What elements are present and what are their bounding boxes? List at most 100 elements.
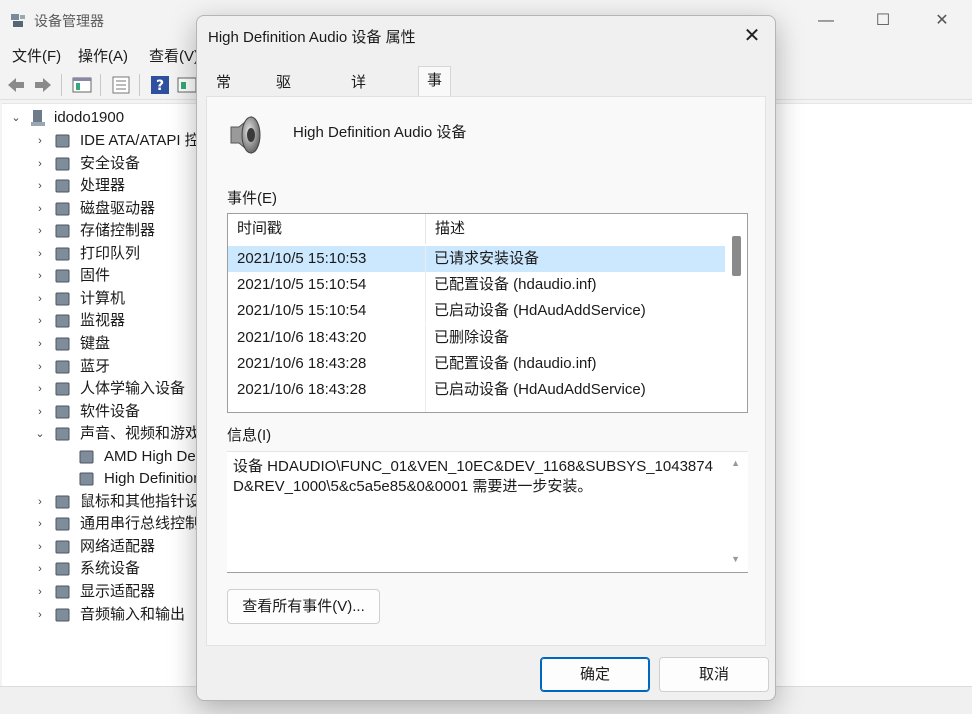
expand-arrow-icon[interactable]: ›: [34, 558, 46, 580]
expand-arrow-icon[interactable]: ›: [34, 513, 46, 535]
network-adapter-icon: [55, 540, 70, 554]
view-all-events-button[interactable]: 查看所有事件(V)...: [227, 589, 380, 624]
tab-driver[interactable]: 驱动程序: [268, 70, 299, 169]
list-item-partial: [228, 402, 725, 412]
tree-category-item[interactable]: › 音频输入和输出: [2, 604, 202, 626]
expand-arrow-icon[interactable]: ›: [34, 265, 46, 287]
tab-events[interactable]: 事件: [418, 66, 452, 117]
event-timestamp: 2021/10/5 15:10:54: [228, 272, 426, 299]
tree-category-item[interactable]: › 固件: [2, 265, 202, 287]
list-item[interactable]: 2021/10/6 18:43:28 已配置设备 (hdaudio.inf): [228, 350, 725, 377]
tree-category-item[interactable]: › 计算机: [2, 288, 202, 310]
speaker-icon: [79, 450, 94, 464]
scroll-up-icon[interactable]: ▲: [731, 458, 740, 468]
expand-arrow-icon[interactable]: ›: [34, 130, 46, 152]
maximize-button[interactable]: ☐: [860, 6, 906, 36]
ok-button[interactable]: 确定: [540, 657, 650, 692]
expand-arrow-icon[interactable]: ›: [34, 175, 46, 197]
tree-category-item[interactable]: › 系统设备: [2, 558, 202, 580]
expand-arrow-icon[interactable]: ›: [34, 310, 46, 332]
computer-name: idodo1900: [54, 109, 125, 126]
tree-item-label: 蓝牙: [80, 357, 111, 375]
expand-arrow-icon[interactable]: ›: [34, 243, 46, 265]
close-icon[interactable]: ✕: [737, 22, 767, 50]
column-timestamp[interactable]: 时间戳: [228, 214, 426, 244]
expand-arrow-icon[interactable]: ›: [34, 491, 46, 513]
menu-file[interactable]: 文件(F): [12, 45, 61, 66]
scan-hardware-icon[interactable]: [176, 74, 198, 96]
expand-arrow-icon[interactable]: ›: [34, 378, 46, 400]
tree-item-label: 人体学输入设备: [80, 380, 186, 398]
processor-icon: [55, 179, 70, 193]
list-item[interactable]: 2021/10/5 15:10:54 已启动设备 (HdAudAddService…: [228, 298, 725, 325]
expand-arrow-icon[interactable]: ›: [34, 220, 46, 242]
tree-category-item[interactable]: › 人体学输入设备: [2, 378, 202, 400]
events-label: 事件(E): [227, 190, 277, 207]
list-item[interactable]: 2021/10/5 15:10:54 已配置设备 (hdaudio.inf): [228, 272, 725, 299]
minimize-button[interactable]: —: [803, 6, 849, 36]
list-item[interactable]: 2021/10/6 18:43:20 已删除设备: [228, 324, 725, 351]
column-description[interactable]: 描述: [426, 214, 726, 244]
event-description: 已请求安装设备: [434, 250, 540, 267]
forward-arrow-icon[interactable]: [32, 74, 54, 96]
menu-view[interactable]: 查看(V): [149, 45, 199, 66]
toolbar-separator: [100, 74, 101, 96]
tree-category-item[interactable]: › 存储控制器: [2, 220, 202, 242]
tab-details[interactable]: 详细信息: [343, 70, 374, 169]
close-window-button[interactable]: ✕: [919, 6, 965, 36]
expand-arrow-icon[interactable]: ›: [34, 153, 46, 175]
mouse-icon: [55, 495, 70, 509]
expand-arrow-icon[interactable]: ›: [34, 198, 46, 220]
list-view-icon[interactable]: [110, 74, 132, 96]
speaker-icon: [230, 115, 261, 155]
device-manager-icon: [11, 14, 25, 27]
expand-arrow-icon[interactable]: ›: [34, 401, 46, 423]
tree-category-item[interactable]: › 通用串行总线控制器: [2, 513, 215, 535]
tree-category-item[interactable]: › 鼠标和其他指针设备: [2, 491, 215, 513]
ide-controller-icon: [55, 134, 70, 148]
tree-category-item[interactable]: ⌄ 声音、视频和游戏控制器: [2, 423, 245, 445]
dialog-title: High Definition Audio 设备 属性: [208, 29, 416, 46]
tree-category-item[interactable]: › 磁盘驱动器: [2, 198, 202, 220]
tree-category-item[interactable]: › 显示适配器: [2, 581, 202, 603]
expand-arrow-icon[interactable]: ›: [34, 604, 46, 626]
events-scrollbar[interactable]: [727, 214, 747, 412]
collapse-arrow-icon[interactable]: ⌄: [10, 107, 22, 129]
expand-arrow-icon[interactable]: ›: [34, 333, 46, 355]
tree-root[interactable]: ⌄ idodo1900: [2, 107, 192, 129]
info-textbox[interactable]: 设备 HDAUDIO\FUNC_01&VEN_10EC&DEV_1168&SUB…: [227, 451, 748, 573]
expand-arrow-icon[interactable]: ›: [34, 356, 46, 378]
help-icon[interactable]: ?: [149, 74, 171, 96]
speaker-icon: [55, 427, 70, 441]
scroll-down-icon[interactable]: ▼: [731, 554, 740, 564]
window-title: 设备管理器: [34, 13, 104, 29]
computer-root-icon: [31, 110, 45, 126]
cancel-button[interactable]: 取消: [659, 657, 769, 692]
list-item[interactable]: 2021/10/5 15:10:53 已请求安装设备: [228, 246, 725, 272]
toolbar-separator: [61, 74, 62, 96]
scrollbar-thumb[interactable]: [732, 236, 741, 276]
expand-arrow-icon[interactable]: ›: [34, 536, 46, 558]
tree-category-item[interactable]: › 键盘: [2, 333, 202, 355]
tree-item-label: 打印队列: [80, 244, 141, 262]
events-list[interactable]: 时间戳 描述 2021/10/5 15:10:53 已请求安装设备 2021/10/…: [227, 213, 748, 413]
tree-category-item[interactable]: › 软件设备: [2, 401, 202, 423]
menu-action[interactable]: 操作(A): [78, 45, 128, 66]
expand-arrow-icon[interactable]: ›: [34, 581, 46, 603]
tree-child-item[interactable]: High Definition Audio 设备: [2, 468, 277, 490]
tree-category-item[interactable]: › 网络适配器: [2, 536, 202, 558]
back-arrow-icon[interactable]: [5, 74, 27, 96]
tree-category-item[interactable]: › 打印队列: [2, 243, 202, 265]
tree-category-item[interactable]: › 安全设备: [2, 153, 202, 175]
tab-general[interactable]: 常规: [208, 70, 239, 117]
tree-category-item[interactable]: › 处理器: [2, 175, 202, 197]
tree-category-item[interactable]: › 蓝牙: [2, 356, 202, 378]
list-item[interactable]: 2021/10/6 18:43:28 已启动设备 (HdAudAddService…: [228, 377, 725, 403]
tree-category-item[interactable]: › IDE ATA/ATAPI 控制器: [2, 130, 230, 152]
properties-view-icon[interactable]: [71, 74, 93, 96]
tree-child-item[interactable]: AMD High Definition Audio Device: [2, 446, 331, 468]
collapse-arrow-icon[interactable]: ⌄: [34, 423, 46, 445]
tree-category-item[interactable]: › 监视器: [2, 310, 202, 332]
printer-icon: [55, 247, 70, 261]
expand-arrow-icon[interactable]: ›: [34, 288, 46, 310]
